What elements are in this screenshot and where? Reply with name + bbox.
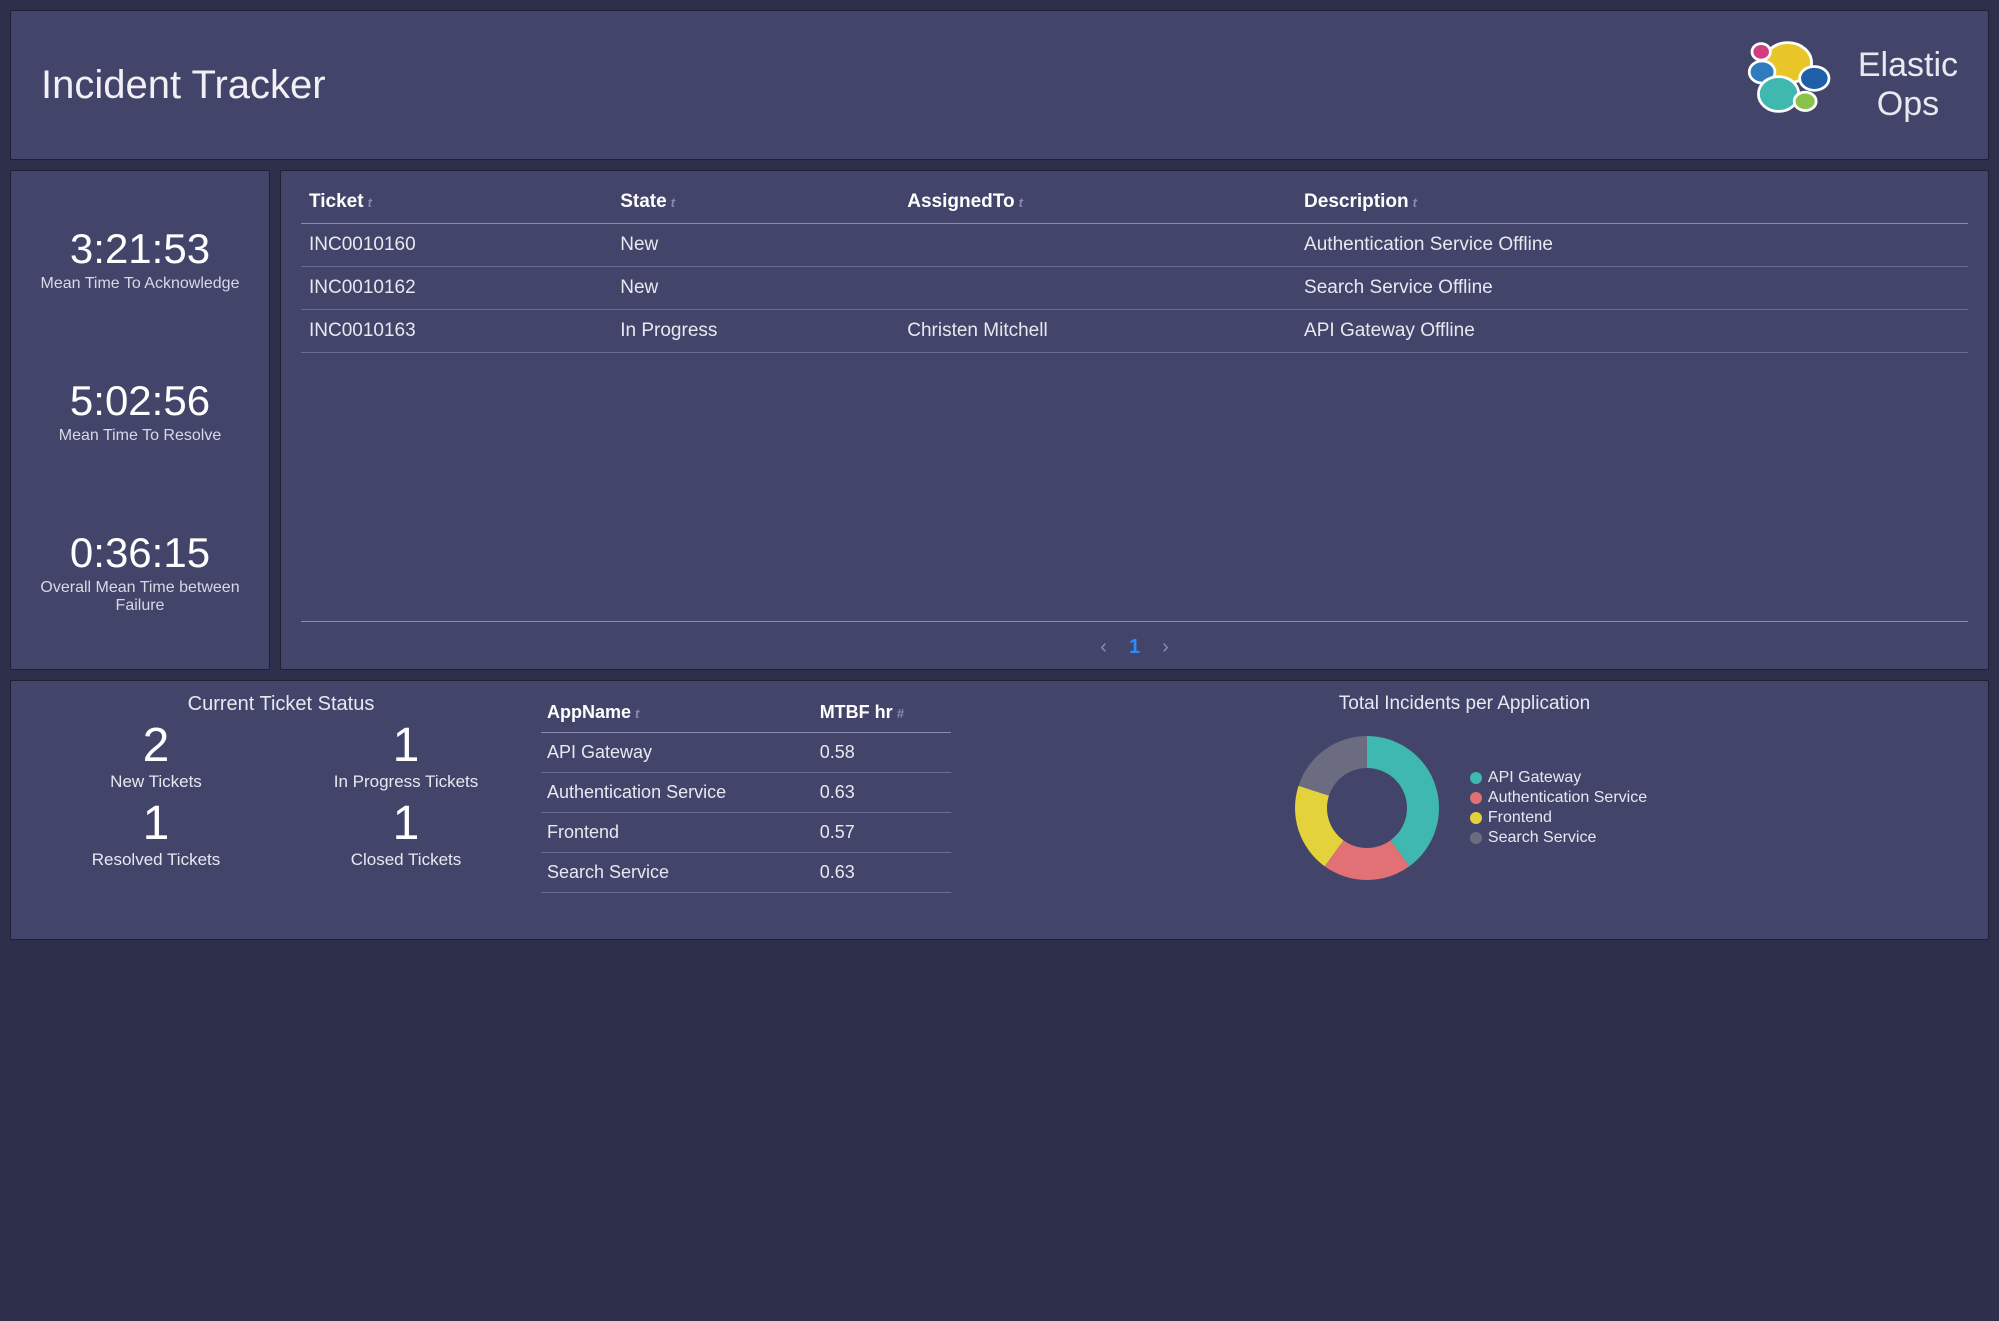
legend-item[interactable]: Authentication Service: [1470, 789, 1647, 807]
cell-assigned: [899, 267, 1296, 310]
cell-ticket: INC0010163: [301, 310, 612, 353]
cell-desc: Search Service Offline: [1296, 267, 1968, 310]
legend-label: Frontend: [1488, 809, 1552, 827]
legend-item[interactable]: API Gateway: [1470, 769, 1647, 787]
status-cell: 1Closed Tickets: [281, 800, 531, 870]
legend-label: Authentication Service: [1488, 789, 1647, 807]
sort-icon: t: [368, 195, 372, 210]
table-row[interactable]: Search Service0.63: [541, 853, 951, 893]
status-num: 1: [143, 800, 170, 848]
cell-state: New: [612, 267, 899, 310]
status-num: 1: [393, 722, 420, 770]
metric-value: 0:36:15: [17, 529, 263, 577]
status-block: Current Ticket Status 2New Tickets1In Pr…: [31, 693, 531, 870]
cell-assigned: Christen Mitchell: [899, 310, 1296, 353]
cell-desc: API Gateway Offline: [1296, 310, 1968, 353]
cell-app: Search Service: [541, 853, 814, 893]
cell-desc: Authentication Service Offline: [1296, 224, 1968, 267]
table-row[interactable]: API Gateway0.58: [541, 733, 951, 773]
bottom-panel: Current Ticket Status 2New Tickets1In Pr…: [10, 680, 1989, 940]
status-cell: 2New Tickets: [31, 722, 281, 792]
hash-icon: #: [897, 706, 904, 721]
cell-hr: 0.63: [814, 853, 951, 893]
elastic-logo-icon: [1730, 28, 1840, 143]
legend-dot-icon: [1470, 792, 1482, 804]
sort-icon: t: [671, 195, 675, 210]
col-mtbfhr[interactable]: MTBF hr#: [814, 693, 951, 733]
pager: ‹ 1 ›: [301, 621, 1968, 659]
col-appname[interactable]: AppNamet: [541, 693, 814, 733]
sort-icon: t: [635, 706, 639, 721]
cell-hr: 0.58: [814, 733, 951, 773]
status-num: 1: [393, 800, 420, 848]
table-row[interactable]: INC0010160New Authentication Service Offl…: [301, 224, 1968, 267]
brand: Elastic Ops: [1730, 28, 1958, 143]
metric-label: Mean Time To Resolve: [17, 427, 263, 445]
page-number[interactable]: 1: [1129, 636, 1140, 659]
donut-slice[interactable]: [1298, 736, 1366, 796]
cell-hr: 0.57: [814, 813, 951, 853]
donut-title: Total Incidents per Application: [961, 693, 1968, 715]
donut-block: Total Incidents per Application API Gate…: [961, 693, 1968, 893]
status-num: 2: [143, 722, 170, 770]
cell-state: New: [612, 224, 899, 267]
brand-line1: Elastic: [1858, 46, 1958, 85]
table-row[interactable]: INC0010163In ProgressChristen MitchellAP…: [301, 310, 1968, 353]
metric-mttr: 5:02:56 Mean Time To Resolve: [17, 377, 263, 445]
cell-app: Authentication Service: [541, 773, 814, 813]
table-row[interactable]: Authentication Service0.63: [541, 773, 951, 813]
brand-line2: Ops: [1858, 85, 1958, 124]
status-title: Current Ticket Status: [31, 693, 531, 716]
status-label: Closed Tickets: [351, 850, 462, 870]
cell-assigned: [899, 224, 1296, 267]
sort-icon: t: [1019, 195, 1023, 210]
legend-item[interactable]: Frontend: [1470, 809, 1647, 827]
status-label: New Tickets: [110, 772, 202, 792]
metric-value: 5:02:56: [17, 377, 263, 425]
cell-hr: 0.63: [814, 773, 951, 813]
cell-app: API Gateway: [541, 733, 814, 773]
cell-state: In Progress: [612, 310, 899, 353]
tickets-panel: Tickett Statet AssignedTot Descriptiont …: [280, 170, 1989, 670]
cell-ticket: INC0010162: [301, 267, 612, 310]
status-cell: 1In Progress Tickets: [281, 722, 531, 792]
tickets-table: Tickett Statet AssignedTot Descriptiont …: [301, 181, 1968, 353]
legend-label: Search Service: [1488, 829, 1597, 847]
legend-dot-icon: [1470, 832, 1482, 844]
table-row[interactable]: Frontend0.57: [541, 813, 951, 853]
metrics-panel: 3:21:53 Mean Time To Acknowledge 5:02:56…: [10, 170, 270, 670]
brand-text: Elastic Ops: [1858, 46, 1958, 124]
metric-mtta: 3:21:53 Mean Time To Acknowledge: [17, 225, 263, 293]
prev-page-icon[interactable]: ‹: [1100, 636, 1107, 659]
next-page-icon[interactable]: ›: [1162, 636, 1169, 659]
sort-icon: t: [1413, 195, 1417, 210]
cell-app: Frontend: [541, 813, 814, 853]
metric-mtbf: 0:36:15 Overall Mean Time between Failur…: [17, 529, 263, 615]
metric-value: 3:21:53: [17, 225, 263, 273]
legend-label: API Gateway: [1488, 769, 1581, 787]
metric-label: Overall Mean Time between Failure: [17, 579, 263, 615]
metric-label: Mean Time To Acknowledge: [17, 275, 263, 293]
status-label: Resolved Tickets: [92, 850, 221, 870]
col-assigned[interactable]: AssignedTot: [899, 181, 1296, 224]
col-ticket[interactable]: Tickett: [301, 181, 612, 224]
donut-chart: [1282, 723, 1452, 893]
header-panel: Incident Tracker Elastic Ops: [10, 10, 1989, 160]
legend-dot-icon: [1470, 772, 1482, 784]
table-row[interactable]: INC0010162New Search Service Offline: [301, 267, 1968, 310]
mtbf-table: AppNamet MTBF hr# API Gateway0.58Authent…: [541, 693, 951, 893]
status-label: In Progress Tickets: [334, 772, 479, 792]
status-cell: 1Resolved Tickets: [31, 800, 281, 870]
page-title: Incident Tracker: [41, 63, 326, 108]
col-state[interactable]: Statet: [612, 181, 899, 224]
col-description[interactable]: Descriptiont: [1296, 181, 1968, 224]
legend-item[interactable]: Search Service: [1470, 829, 1647, 847]
mtbf-block: AppNamet MTBF hr# API Gateway0.58Authent…: [541, 693, 951, 893]
legend-dot-icon: [1470, 812, 1482, 824]
donut-legend: API Gateway Authentication Service Fronten…: [1470, 767, 1647, 849]
cell-ticket: INC0010160: [301, 224, 612, 267]
